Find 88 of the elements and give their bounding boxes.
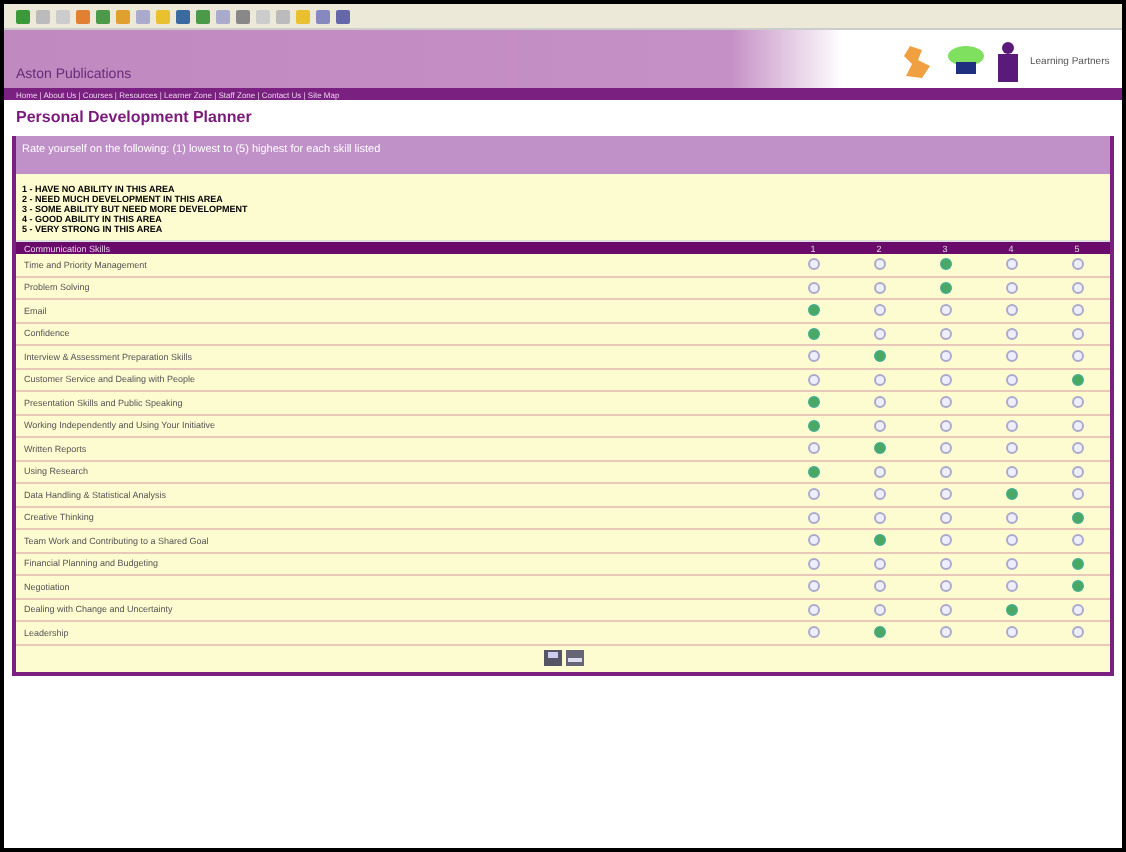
radio-button[interactable] (873, 465, 885, 478)
radio-button[interactable] (807, 396, 819, 409)
radio-button[interactable] (1071, 281, 1083, 294)
radio-button[interactable] (807, 534, 819, 547)
radio-button[interactable] (1005, 373, 1017, 386)
radio-button[interactable] (1005, 327, 1017, 340)
radio-button[interactable] (939, 626, 951, 639)
radio-button[interactable] (873, 419, 885, 432)
radio-button[interactable] (1005, 580, 1017, 593)
radio-button[interactable] (807, 350, 819, 363)
radio-button[interactable] (873, 626, 885, 639)
radio-button[interactable] (873, 281, 885, 294)
radio-button[interactable] (939, 373, 951, 386)
radio-button[interactable] (939, 396, 951, 409)
radio-button[interactable] (939, 419, 951, 432)
radio-button[interactable] (939, 534, 951, 547)
figure-logo-icon (994, 42, 1022, 82)
radio-button[interactable] (807, 373, 819, 386)
radio-button[interactable] (939, 258, 951, 271)
radio-button[interactable] (1071, 442, 1083, 455)
radio-button[interactable] (1071, 626, 1083, 639)
radio-button[interactable] (873, 258, 885, 271)
radio-button[interactable] (1005, 419, 1017, 432)
radio-button[interactable] (939, 465, 951, 478)
radio-button[interactable] (1071, 511, 1083, 524)
radio-button[interactable] (1071, 465, 1083, 478)
radio-button[interactable] (1071, 603, 1083, 616)
radio-button[interactable] (873, 534, 885, 547)
radio-button[interactable] (1005, 350, 1017, 363)
radio-button[interactable] (1005, 557, 1017, 570)
radio-button[interactable] (1005, 304, 1017, 317)
radio-button[interactable] (1071, 534, 1083, 547)
radio-button[interactable] (873, 488, 885, 501)
radio-button[interactable] (1071, 396, 1083, 409)
radio-button[interactable] (1005, 511, 1017, 524)
radio-button[interactable] (807, 626, 819, 639)
radio-button[interactable] (1005, 396, 1017, 409)
radio-button[interactable] (939, 488, 951, 501)
radio-button[interactable] (1071, 258, 1083, 271)
radio-button[interactable] (873, 603, 885, 616)
radio-button[interactable] (807, 304, 819, 317)
radio-button[interactable] (807, 258, 819, 271)
radio-button[interactable] (873, 396, 885, 409)
radio-button[interactable] (873, 373, 885, 386)
radio-button[interactable] (1005, 281, 1017, 294)
radio-button[interactable] (1071, 350, 1083, 363)
radio-button[interactable] (807, 557, 819, 570)
radio-button[interactable] (807, 488, 819, 501)
radio-button[interactable] (807, 603, 819, 616)
radio-button[interactable] (1005, 442, 1017, 455)
radio-button[interactable] (807, 465, 819, 478)
radio-button[interactable] (939, 304, 951, 317)
radio-button[interactable] (873, 350, 885, 363)
radio-button[interactable] (873, 580, 885, 593)
radio-button[interactable] (873, 511, 885, 524)
radio-button[interactable] (1071, 304, 1083, 317)
radio-button[interactable] (1071, 557, 1083, 570)
radio-button[interactable] (1005, 465, 1017, 478)
radio-button[interactable] (939, 511, 951, 524)
radio-button[interactable] (807, 281, 819, 294)
radio-button[interactable] (1005, 626, 1017, 639)
radio-button[interactable] (939, 557, 951, 570)
radio-button[interactable] (1071, 373, 1083, 386)
radio-button[interactable] (873, 442, 885, 455)
radio-button[interactable] (939, 281, 951, 294)
radio-button[interactable] (873, 557, 885, 570)
radio-button[interactable] (807, 419, 819, 432)
radio-button[interactable] (1071, 488, 1083, 501)
radio-button[interactable] (807, 511, 819, 524)
radio-button[interactable] (807, 580, 819, 593)
radio-button[interactable] (939, 580, 951, 593)
radio-button[interactable] (873, 304, 885, 317)
radio-button[interactable] (1005, 488, 1017, 501)
radio-button[interactable] (939, 442, 951, 455)
radio-button[interactable] (1005, 258, 1017, 271)
radio-button[interactable] (807, 327, 819, 340)
radio-button[interactable] (873, 327, 885, 340)
radio-button[interactable] (1005, 603, 1017, 616)
radio-button[interactable] (1071, 327, 1083, 340)
radio-button[interactable] (807, 442, 819, 455)
radio-button[interactable] (1071, 580, 1083, 593)
radio-button[interactable] (1071, 419, 1083, 432)
page-title: Personal Development Planner (16, 108, 254, 126)
save-icon[interactable] (543, 649, 561, 665)
radio-button[interactable] (1005, 534, 1017, 547)
radio-button[interactable] (939, 603, 951, 616)
radio-button[interactable] (939, 350, 951, 363)
radio-button[interactable] (939, 327, 951, 340)
